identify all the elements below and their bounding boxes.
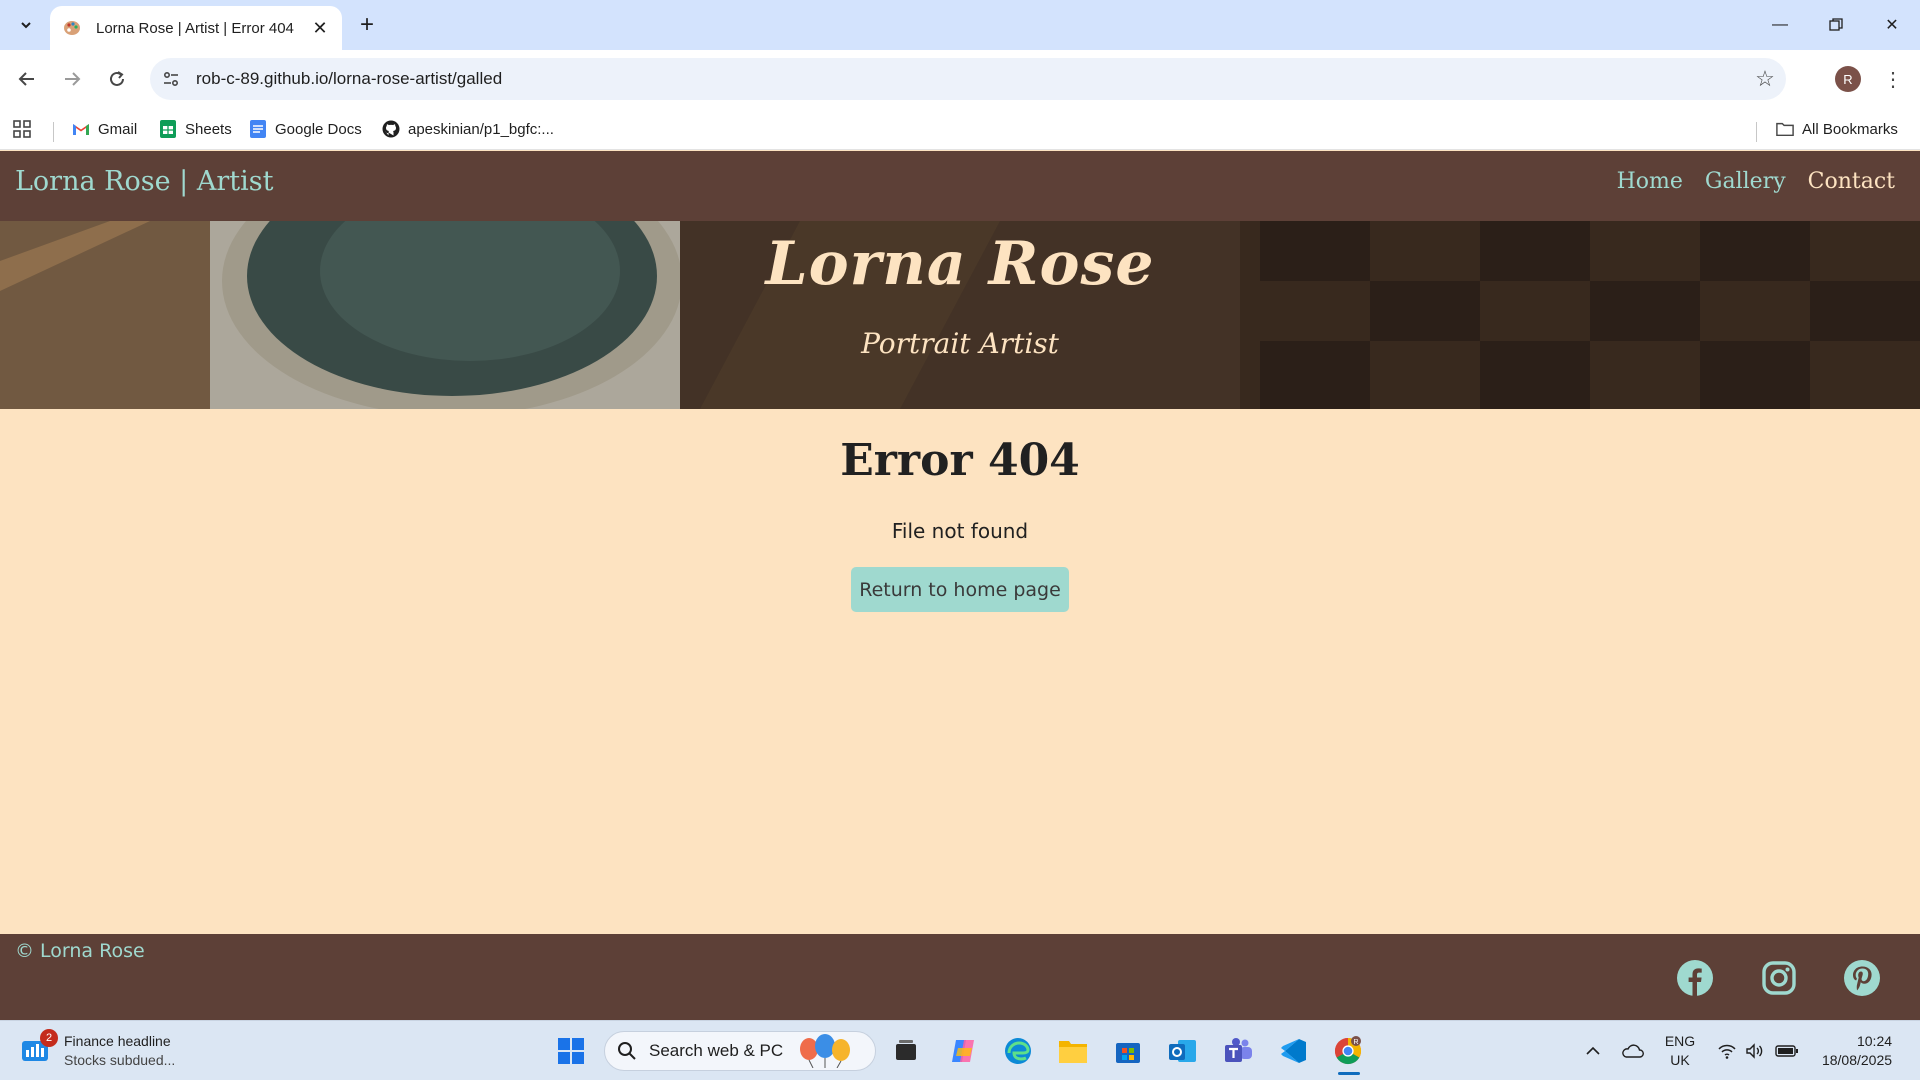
folder-icon (1776, 120, 1794, 138)
onedrive-icon[interactable] (1617, 1021, 1647, 1080)
back-icon[interactable] (11, 63, 43, 95)
language-code: ENG (1664, 1033, 1696, 1049)
pinterest-icon[interactable] (1842, 958, 1882, 998)
widget-title: Finance headline (64, 1033, 171, 1049)
site-nav-links: Home Gallery Contact (1617, 169, 1895, 194)
vscode-icon[interactable] (1273, 1031, 1313, 1071)
browser-tabstrip: Lorna Rose | Artist | Error 404 ✕ + — ✕ (0, 0, 1920, 50)
bookmark-google-docs[interactable]: Google Docs (249, 114, 362, 144)
widget-subtitle: Stocks subdued... (64, 1052, 176, 1068)
balloons-icon (800, 1034, 851, 1068)
site-brand-link[interactable]: Lorna Rose | Artist (15, 166, 273, 197)
gmail-icon (72, 120, 90, 138)
bookmark-github-repo[interactable]: apeskinian/p1_bgfc:... (382, 114, 554, 144)
more-menu-icon[interactable]: ⋮ (1880, 63, 1906, 95)
browser-toolbar: rob-c-89.github.io/lorna-rose-artist/gal… (0, 50, 1920, 108)
bookmark-label: Sheets (185, 120, 232, 138)
site-info-icon[interactable] (150, 58, 192, 100)
return-home-button[interactable]: Return to home page (851, 567, 1069, 612)
bookmark-label: apeskinian/p1_bgfc:... (408, 120, 554, 138)
browser-tab-active[interactable]: Lorna Rose | Artist | Error 404 ✕ (50, 6, 342, 50)
sheets-icon (159, 120, 177, 138)
close-window-icon[interactable]: ✕ (1864, 0, 1920, 50)
site-navbar: Lorna Rose | Artist Home Gallery Contact (0, 151, 1920, 221)
github-icon (382, 120, 400, 138)
language-indicator[interactable]: ENG UK (1658, 1021, 1702, 1080)
system-clock[interactable]: 10:24 18/08/2025 (1812, 1021, 1902, 1080)
taskbar-search-box[interactable]: Search web & PC (604, 1031, 876, 1071)
hero-banner: Lorna Rose Portrait Artist (0, 221, 1920, 409)
error-message: File not found (891, 519, 1029, 543)
instagram-icon[interactable] (1759, 958, 1799, 998)
teams-icon[interactable] (1218, 1031, 1258, 1071)
wifi-icon[interactable] (1713, 1021, 1741, 1080)
windows-taskbar: 2 Finance headline Stocks subdued... Sea… (0, 1020, 1920, 1080)
minimize-icon[interactable]: — (1752, 0, 1808, 50)
active-app-indicator (1338, 1072, 1360, 1075)
clock-time: 10:24 (1856, 1033, 1893, 1049)
keyboard-layout: UK (1670, 1052, 1690, 1068)
bookmark-label: Gmail (98, 120, 138, 138)
bookmark-gmail[interactable]: Gmail (72, 114, 137, 144)
microsoft-store-icon[interactable] (1108, 1031, 1148, 1071)
bookmark-star-icon[interactable]: ☆ (1744, 66, 1786, 92)
bookmarks-bar: Gmail Sheets Google Docs apeskinian/p1_b… (0, 108, 1920, 150)
docs-icon (249, 120, 267, 138)
bookmarks-divider (53, 122, 54, 142)
file-explorer-icon[interactable] (1053, 1031, 1093, 1071)
address-bar[interactable]: rob-c-89.github.io/lorna-rose-artist/gal… (150, 58, 1786, 100)
bookmark-label: Google Docs (275, 120, 362, 138)
copyright-text: © Lorna Rose (15, 940, 145, 962)
chevron-down-icon (21, 22, 31, 29)
hero-title: Lorna Rose (765, 229, 1155, 299)
chrome-icon[interactable]: R (1328, 1031, 1368, 1071)
clock-date: 18/08/2025 (1821, 1052, 1893, 1068)
window-controls: — ✕ (1752, 0, 1920, 50)
reload-icon[interactable] (101, 63, 133, 95)
profile-avatar[interactable]: R (1835, 66, 1861, 92)
nav-link-gallery[interactable]: Gallery (1705, 169, 1786, 194)
bookmark-sheets[interactable]: Sheets (159, 114, 232, 144)
forward-icon[interactable] (56, 63, 88, 95)
url-text: rob-c-89.github.io/lorna-rose-artist/gal… (196, 69, 503, 88)
nav-link-home[interactable]: Home (1617, 169, 1683, 194)
edge-browser-icon[interactable] (998, 1031, 1038, 1071)
tab-title: Lorna Rose | Artist | Error 404 (96, 19, 294, 37)
new-tab-button[interactable]: + (352, 10, 382, 40)
facebook-icon[interactable] (1675, 958, 1715, 998)
outlook-icon[interactable] (1163, 1031, 1203, 1071)
apps-grid-icon[interactable] (12, 114, 32, 144)
restore-icon[interactable] (1808, 0, 1864, 50)
chrome-profile-badge: R (1353, 1039, 1358, 1046)
show-hidden-icons[interactable] (1578, 1021, 1608, 1080)
all-bookmarks-label: All Bookmarks (1802, 120, 1898, 138)
error-title: Error 404 (840, 435, 1080, 486)
palette-favicon-icon (62, 18, 82, 38)
main-content: Error 404 File not found Return to home … (0, 409, 1920, 934)
search-icon (618, 1042, 636, 1060)
bookmarks-divider (1756, 122, 1757, 142)
finance-widget-icon: 2 (20, 1029, 58, 1067)
windows-start-icon[interactable] (551, 1031, 591, 1071)
news-widget[interactable]: 2 Finance headline Stocks subdued... (20, 1029, 175, 1073)
task-view-icon[interactable] (886, 1031, 926, 1071)
close-tab-icon[interactable]: ✕ (310, 18, 330, 39)
battery-icon[interactable] (1772, 1021, 1802, 1080)
search-placeholder: Search web & PC (649, 1041, 784, 1060)
all-bookmarks-button[interactable]: All Bookmarks (1776, 114, 1898, 144)
nav-link-contact[interactable]: Contact (1808, 169, 1895, 194)
copilot-icon[interactable] (943, 1031, 983, 1071)
notification-badge: 2 (40, 1029, 58, 1047)
hero-subtitle: Portrait Artist (861, 327, 1059, 360)
site-footer: © Lorna Rose (0, 934, 1920, 1020)
tab-search-button[interactable] (10, 10, 42, 40)
volume-icon[interactable] (1741, 1021, 1769, 1080)
